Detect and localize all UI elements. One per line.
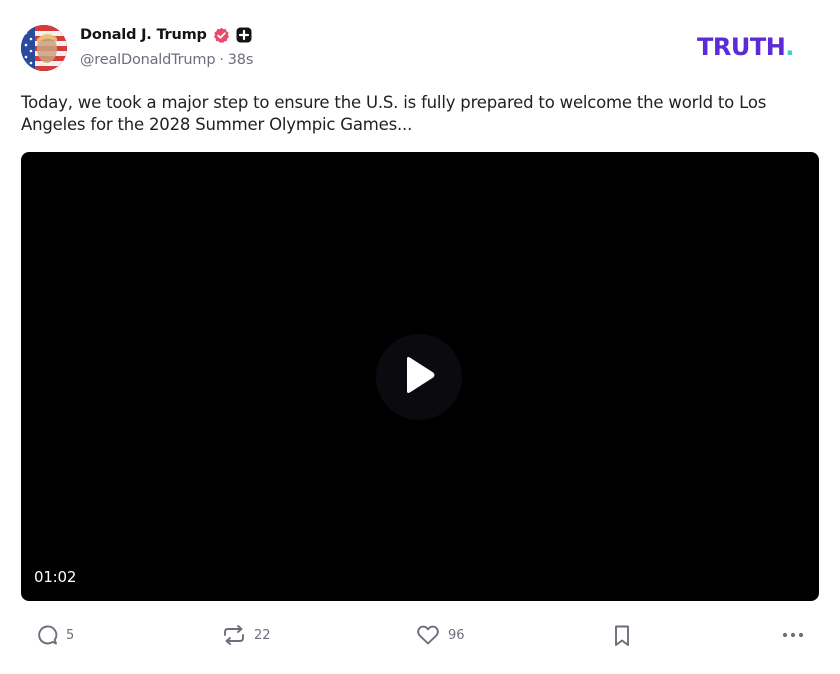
- reply-button[interactable]: 5: [36, 624, 74, 646]
- author-name-row: Donald J. Trump: [80, 25, 252, 45]
- logo-text: TRUTH: [697, 33, 786, 61]
- like-count: 96: [448, 627, 465, 643]
- play-icon: [401, 355, 437, 399]
- bookmark-icon: [612, 624, 632, 648]
- repost-icon: [222, 624, 246, 646]
- more-dots-icon: [781, 625, 805, 645]
- plus-badge-icon: [236, 27, 252, 43]
- comment-icon: [36, 624, 58, 646]
- truth-logo: TRUTH.: [697, 33, 794, 61]
- more-options-button[interactable]: [781, 625, 805, 645]
- bookmark-button[interactable]: [612, 624, 632, 648]
- verified-badge-icon: [213, 27, 230, 44]
- play-button[interactable]: [376, 334, 462, 420]
- reply-count: 5: [66, 627, 75, 643]
- like-button[interactable]: 96: [416, 624, 465, 646]
- post-timestamp[interactable]: 38s: [228, 52, 254, 68]
- post-text: Today, we took a major step to ensure th…: [21, 93, 767, 134]
- video-player[interactable]: 01:02: [21, 152, 819, 601]
- author-meta: @realDonaldTrump · 38s: [80, 52, 253, 68]
- retruth-count: 22: [254, 627, 271, 643]
- retruth-button[interactable]: 22: [222, 624, 271, 646]
- video-duration: 01:02: [34, 568, 77, 586]
- heart-icon: [416, 624, 440, 646]
- meta-separator: ·: [219, 52, 224, 68]
- post-actions: 5 22 96: [0, 622, 840, 650]
- author-handle[interactable]: @realDonaldTrump: [80, 52, 216, 68]
- author-display-name[interactable]: Donald J. Trump: [80, 27, 207, 43]
- logo-dot: .: [785, 33, 794, 61]
- avatar[interactable]: [21, 25, 67, 71]
